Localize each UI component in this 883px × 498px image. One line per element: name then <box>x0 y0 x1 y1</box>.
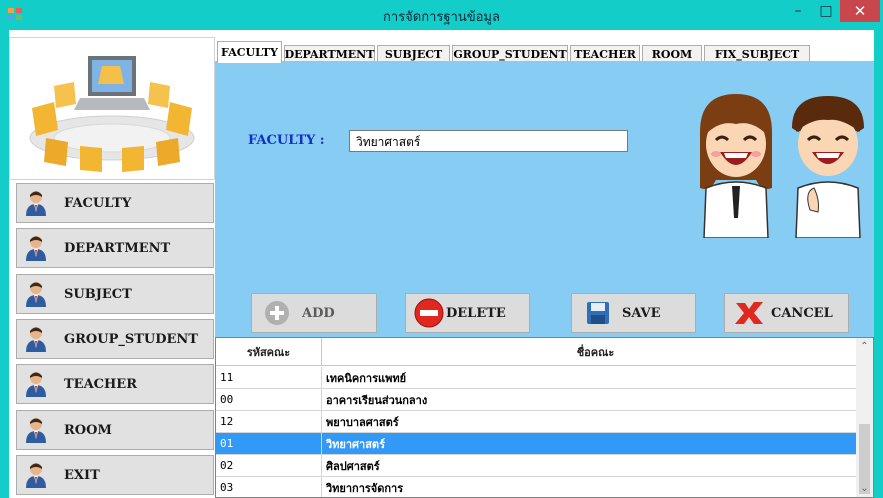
maximize-icon[interactable]: □ <box>812 0 840 22</box>
save-button-label: SAVE <box>622 305 661 321</box>
tab-faculty[interactable]: FACULTY <box>217 41 282 63</box>
sidebar-item-label: EXIT <box>64 467 100 483</box>
cell-code: 11 <box>216 367 322 388</box>
cell-code: 03 <box>216 477 322 497</box>
column-header-name[interactable]: ชื่อคณะ <box>322 338 870 366</box>
sidebar-item-subject[interactable]: SUBJECT <box>16 274 214 314</box>
sidebar-item-label: FACULTY <box>64 195 132 211</box>
cell-name: วิทยาศาสตร์ <box>322 433 870 454</box>
title-bar: การจัดการฐานข้อมูล – □ ✕ <box>0 0 883 30</box>
table-row[interactable]: 02 ศิลปศาสตร์ <box>216 455 870 477</box>
close-icon[interactable]: ✕ <box>840 0 880 22</box>
scroll-up-icon[interactable]: ⌃ <box>856 338 873 355</box>
user-icon <box>25 281 47 307</box>
save-button[interactable]: SAVE <box>571 293 696 333</box>
folders-laptop-icon <box>29 56 195 172</box>
plus-circle-icon <box>265 301 289 325</box>
delete-button[interactable]: DELETE <box>405 293 530 333</box>
window-frame-right <box>874 30 883 498</box>
cell-name: อาคารเรียนส่วนกลาง <box>322 389 870 410</box>
cancel-button-label: CANCEL <box>771 305 833 321</box>
sidebar-item-label: SUBJECT <box>64 286 132 302</box>
sidebar-item-label: TEACHER <box>64 376 138 392</box>
cell-code: 12 <box>216 411 322 432</box>
cancel-button[interactable]: CANCEL <box>724 293 849 333</box>
vertical-scrollbar[interactable]: ⌃ ⌄ <box>856 338 873 497</box>
sidebar-item-label: GROUP_STUDENT <box>64 331 198 347</box>
sidebar-item-exit[interactable]: EXIT <box>16 455 214 495</box>
tab-strip: FACULTY DEPARTMENT SUBJECT GROUP_STUDENT… <box>215 37 874 63</box>
user-icon <box>25 326 47 352</box>
table-row-selected[interactable]: 01 วิทยาศาสตร์ <box>216 433 870 455</box>
sidebar-item-teacher[interactable]: TEACHER <box>16 364 214 404</box>
add-button[interactable]: ADD <box>251 293 377 333</box>
delete-button-label: DELETE <box>446 305 506 321</box>
minus-circle-icon <box>414 298 444 328</box>
window-frame-left <box>0 30 9 498</box>
cell-name: พยาบาลศาสตร์ <box>322 411 870 432</box>
cell-code: 01 <box>216 433 322 454</box>
faculty-table[interactable]: รหัสคณะ ชื่อคณะ 11 เทคนิคการแพทย์ 00 อาค… <box>215 337 874 498</box>
floppy-disk-icon <box>587 302 609 324</box>
faculty-label: FACULTY : <box>248 133 325 148</box>
table-row[interactable]: 11 เทคนิคการแพทย์ <box>216 367 870 389</box>
user-icon <box>25 190 47 216</box>
add-button-label: ADD <box>302 305 335 321</box>
table-row[interactable]: 03 วิทยาการจัดการ <box>216 477 870 497</box>
window-title: การจัดการฐานข้อมูล <box>383 10 500 25</box>
cell-code: 02 <box>216 455 322 476</box>
table-row[interactable]: 00 อาคารเรียนส่วนกลาง <box>216 389 870 411</box>
cell-name: เทคนิคการแพทย์ <box>322 367 870 388</box>
minimize-icon[interactable]: – <box>784 0 812 22</box>
sidebar-item-faculty[interactable]: FACULTY <box>16 183 214 223</box>
cell-code: 00 <box>216 389 322 410</box>
user-icon <box>25 462 47 488</box>
table-header: รหัสคณะ ชื่อคณะ <box>216 338 870 366</box>
user-icon <box>25 235 47 261</box>
cell-name: ศิลปศาสตร์ <box>322 455 870 476</box>
sidebar-item-room[interactable]: ROOM <box>16 410 214 450</box>
faculty-name-field[interactable]: วิทยาศาสตร์ <box>349 130 628 152</box>
scroll-down-icon[interactable]: ⌄ <box>856 480 873 497</box>
user-icon <box>25 417 47 443</box>
table-row[interactable]: 12 พยาบาลศาสตร์ <box>216 411 870 433</box>
sidebar-item-group-student[interactable]: GROUP_STUDENT <box>16 319 214 359</box>
column-header-code[interactable]: รหัสคณะ <box>216 338 322 366</box>
logo-panel <box>9 37 215 180</box>
user-icon <box>25 371 47 397</box>
students-mascot-icon <box>700 94 864 238</box>
sidebar-item-label: DEPARTMENT <box>64 240 171 256</box>
sidebar-item-department[interactable]: DEPARTMENT <box>16 228 214 268</box>
cell-name: วิทยาการจัดการ <box>322 477 870 497</box>
x-mark-icon <box>735 302 763 324</box>
sidebar-item-label: ROOM <box>64 422 112 438</box>
